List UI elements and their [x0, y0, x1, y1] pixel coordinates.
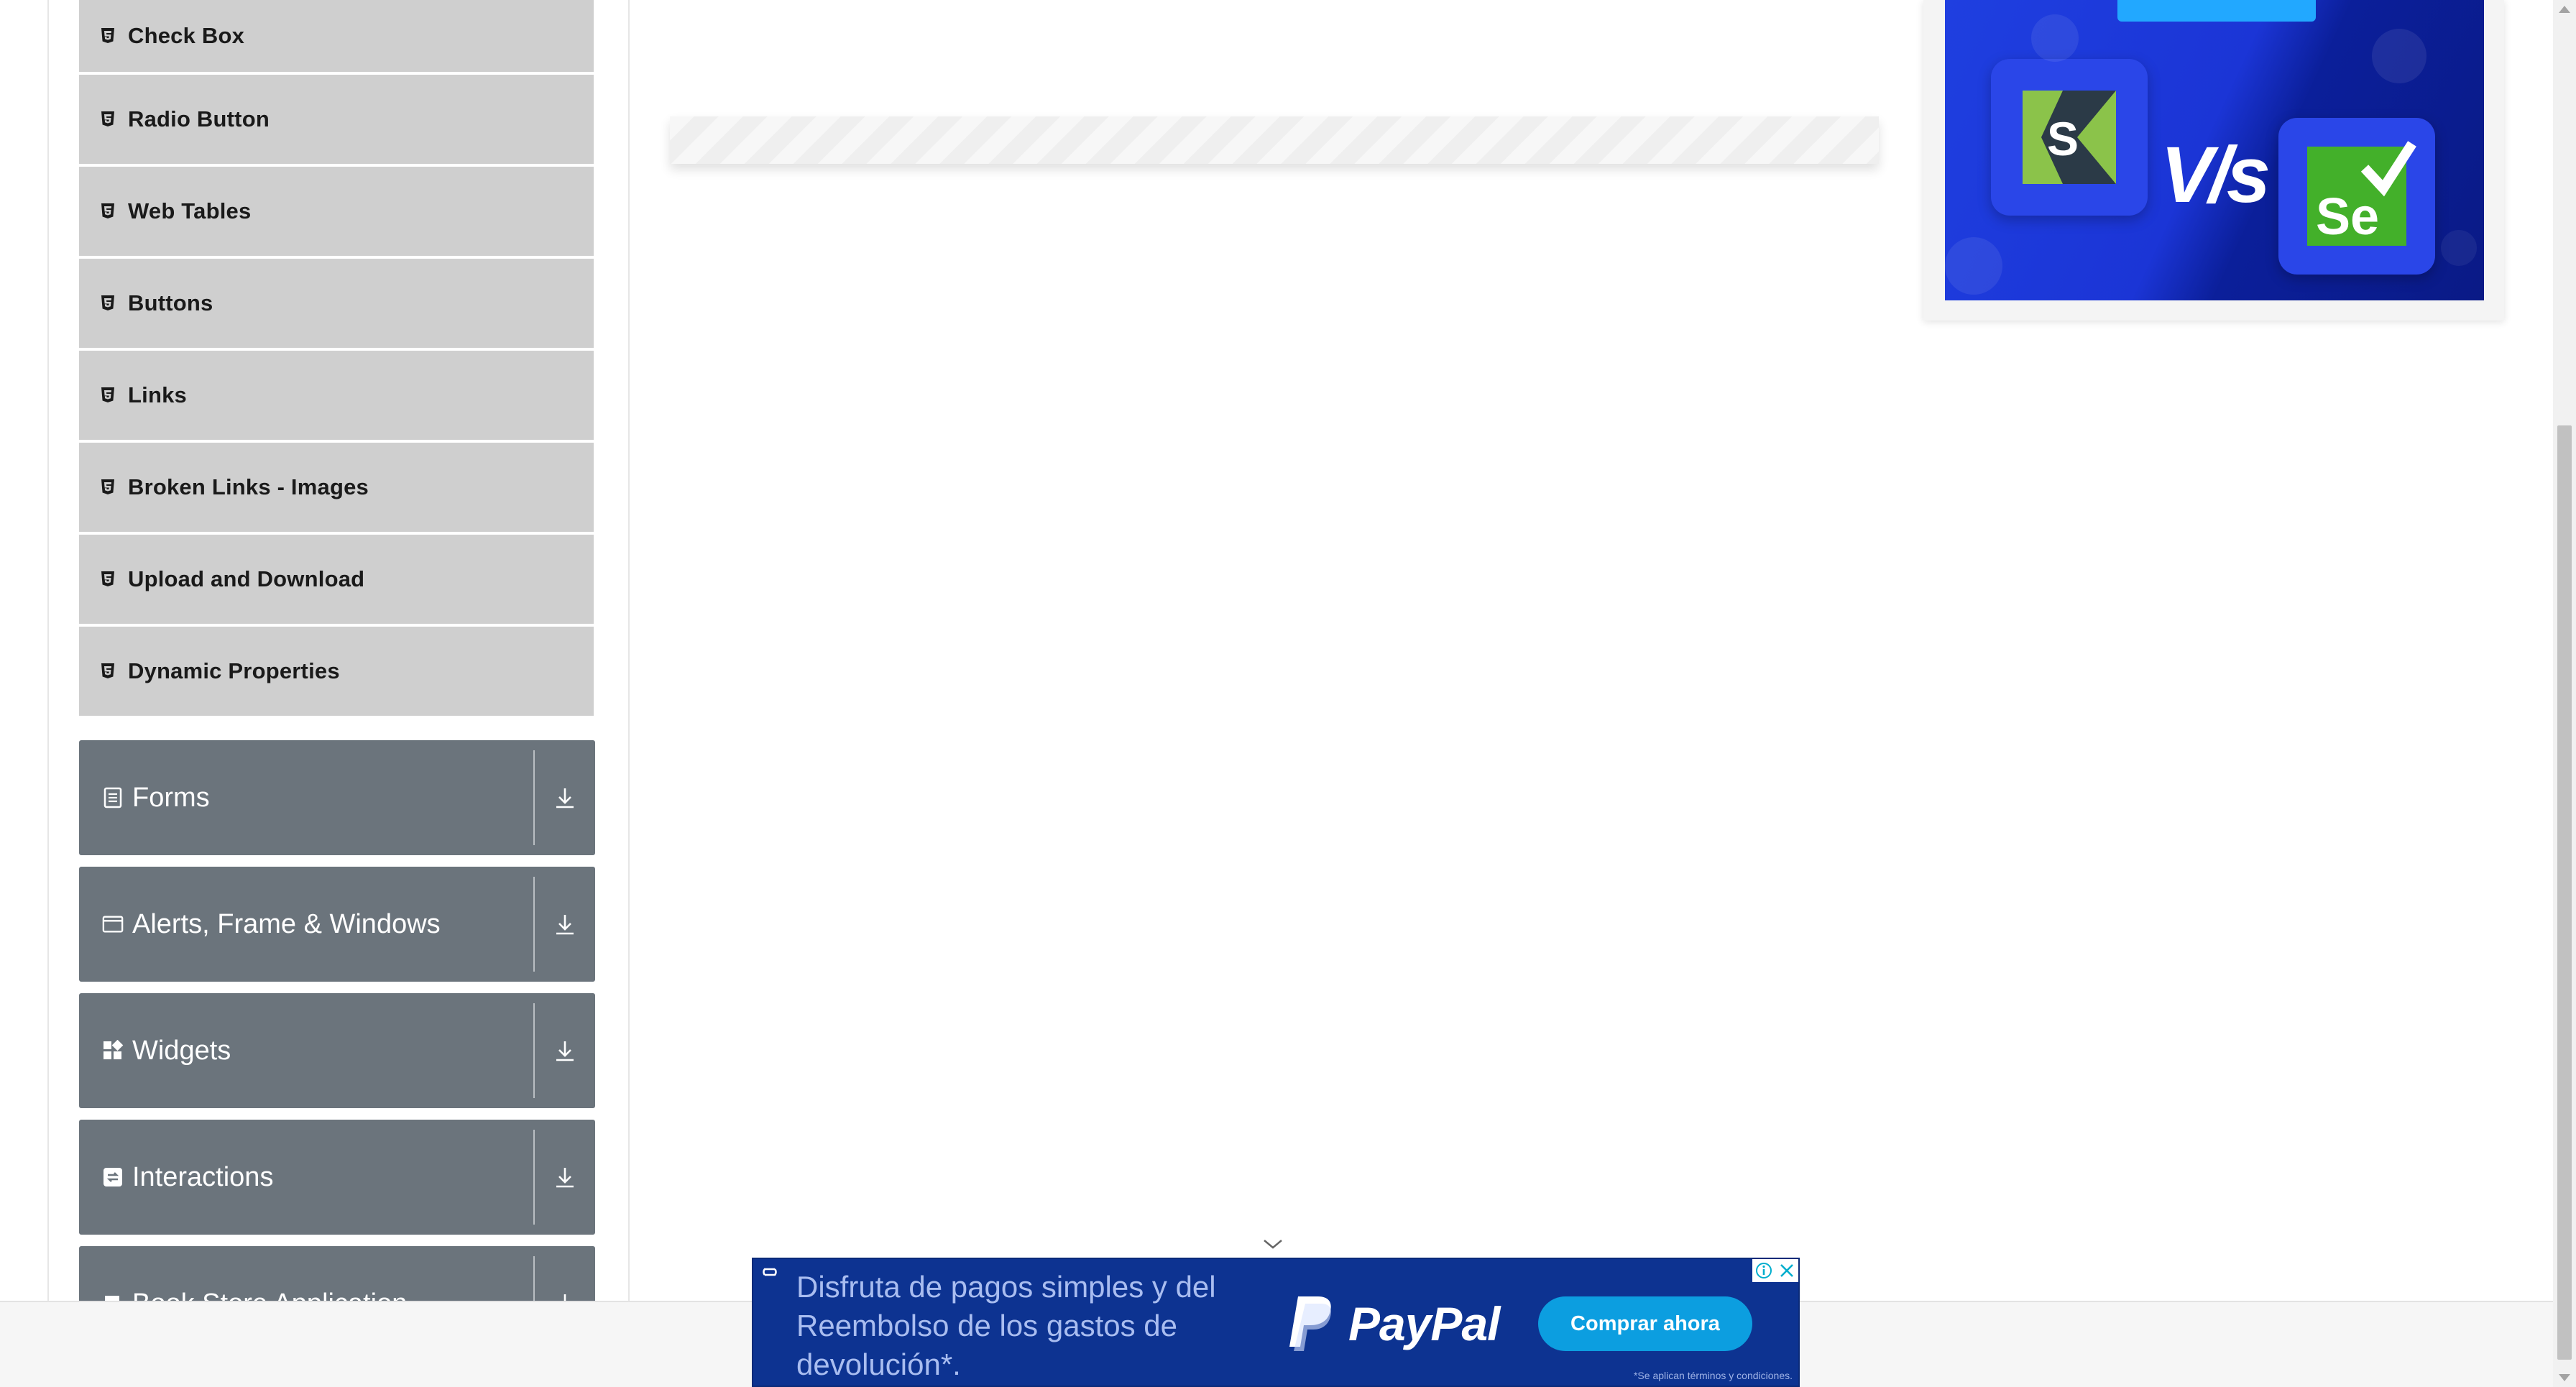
page: Check Box Radio Button Web Tables Button… [0, 0, 2576, 1387]
scrollbar-thumb[interactable] [2557, 425, 2572, 1360]
menu-item-label: Radio Button [128, 106, 270, 132]
vertical-scrollbar[interactable] [2553, 0, 2576, 1387]
window-icon [102, 913, 124, 935]
paypal-p-icon [1289, 1296, 1331, 1351]
menu-item-check-box[interactable]: Check Box [79, 0, 594, 75]
download-arrow-icon[interactable] [535, 1120, 595, 1235]
katalon-logo-icon: S [2023, 91, 2116, 184]
decorative-code-icon [2372, 29, 2426, 83]
group-label: Alerts, Frame & Windows [132, 908, 441, 939]
sidebar-group-interactions[interactable]: Interactions [79, 1120, 595, 1235]
menu-item-label: Web Tables [128, 198, 252, 224]
menu-item-broken-links[interactable]: Broken Links - Images [79, 443, 594, 535]
menu-item-label: Links [128, 382, 187, 407]
menu-item-radio-button[interactable]: Radio Button [79, 75, 594, 167]
menu-item-label: Buttons [128, 290, 213, 315]
group-label: Book Store Application [132, 1289, 407, 1301]
sidebar-group-alerts[interactable]: Alerts, Frame & Windows [79, 867, 595, 982]
download-arrow-icon[interactable] [535, 993, 595, 1108]
book-icon [102, 1293, 124, 1301]
elements-menu-list: Check Box Radio Button Web Tables Button… [79, 0, 594, 719]
menu-item-label: Broken Links - Images [128, 474, 369, 499]
info-icon[interactable] [1752, 1259, 1775, 1282]
close-icon[interactable] [1775, 1259, 1798, 1282]
ad-top-button [2117, 0, 2316, 22]
html5-icon [101, 479, 115, 495]
sidebar-group-list: Forms Alerts, Frame & Windows Widgets In… [79, 740, 595, 1301]
menu-item-web-tables[interactable]: Web Tables [79, 167, 594, 259]
group-label: Interactions [132, 1161, 274, 1192]
decorative-box-icon [2441, 230, 2477, 266]
decorative-window-icon [1945, 237, 2002, 295]
scroll-down-arrow-icon[interactable] [2559, 1374, 2570, 1381]
menu-item-buttons[interactable]: Buttons [79, 259, 594, 351]
ad-left-logo-text: S [2047, 112, 2079, 165]
menu-item-upload-download[interactable]: Upload and Download [79, 535, 594, 627]
html5-icon [101, 295, 115, 311]
group-label: Forms [132, 782, 210, 813]
html5-icon [101, 663, 115, 679]
html5-icon [101, 387, 115, 403]
interactions-icon [102, 1166, 124, 1188]
download-arrow-icon[interactable] [535, 867, 595, 982]
scroll-up-arrow-icon[interactable] [2559, 6, 2570, 13]
menu-item-label: Check Box [128, 23, 245, 48]
group-label: Widgets [132, 1035, 231, 1066]
ad-image: S V/s Se [1945, 0, 2484, 300]
banner-placeholder [670, 116, 1879, 164]
download-arrow-icon[interactable] [535, 1246, 595, 1301]
paypal-logo: PayPal [1285, 1294, 1500, 1354]
paypal-ad[interactable]: Disfruta de pagos simples y del Reembols… [752, 1258, 1800, 1387]
paypal-headline: Disfruta de pagos simples y del Reembols… [796, 1270, 1216, 1381]
sidebar-group-widgets[interactable]: Widgets [79, 993, 595, 1108]
selenium-tile: Se [2278, 118, 2435, 275]
form-icon [102, 787, 124, 808]
right-advertisement[interactable]: S V/s Se [1923, 0, 2504, 321]
sidebar-group-book-store[interactable]: Book Store Application [79, 1246, 595, 1301]
html5-icon [101, 28, 115, 44]
decorative-clock-icon [2031, 14, 2079, 62]
html5-icon [101, 203, 115, 219]
comprar-ahora-button[interactable]: Comprar ahora [1538, 1296, 1752, 1351]
widgets-icon [102, 1040, 124, 1061]
chevron-down-icon[interactable] [1262, 1236, 1284, 1252]
paypal-brand-text: PayPal [1348, 1297, 1500, 1350]
left-sidebar: Check Box Radio Button Web Tables Button… [47, 0, 630, 1301]
menu-item-dynamic-properties[interactable]: Dynamic Properties [79, 627, 594, 719]
ad-vs-text: V/s [2161, 131, 2271, 219]
adchoices-icon[interactable] [762, 1266, 778, 1278]
ad-controls [1752, 1259, 1798, 1282]
menu-item-links[interactable]: Links [79, 351, 594, 443]
html5-icon [101, 571, 115, 587]
ad-right-logo-text: Se [2316, 188, 2379, 246]
download-arrow-icon[interactable] [535, 740, 595, 855]
sidebar-group-forms[interactable]: Forms [79, 740, 595, 855]
menu-item-label: Dynamic Properties [128, 658, 340, 683]
katalon-tile: S [1991, 59, 2148, 216]
html5-icon [101, 111, 115, 127]
menu-item-label: Upload and Download [128, 566, 365, 591]
selenium-logo-icon: Se [2307, 141, 2416, 246]
paypal-terms: *Se aplican términos y condiciones. [1633, 1370, 1793, 1381]
